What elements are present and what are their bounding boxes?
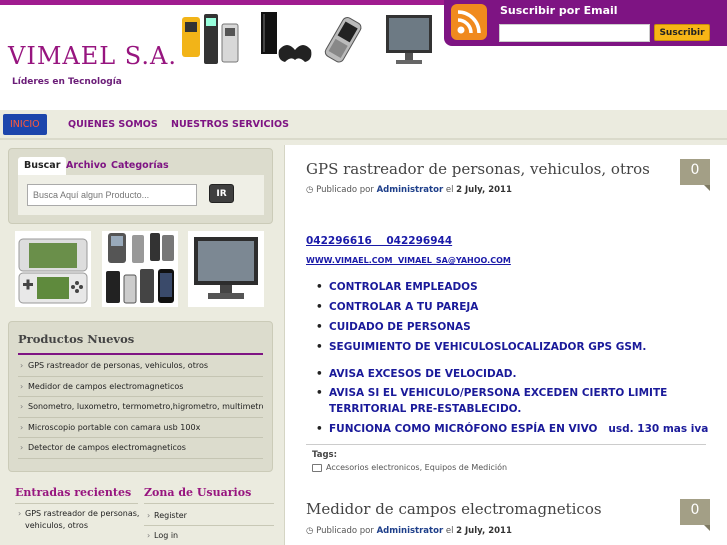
post-tags[interactable]: Accesorios electronicos, Equipos de Medi… (326, 463, 507, 472)
post-title[interactable]: GPS rastreador de personas, vehiculos, o… (306, 160, 650, 178)
gadgets-image (182, 14, 239, 64)
search-widget: Buscar Archivo Categorías IR (8, 148, 273, 224)
products-list: GPS rastreador de personas, vehiculos, o… (18, 356, 263, 459)
nav-item-inicio[interactable]: INICIO (3, 114, 47, 135)
feature-item: AVISA EXCESOS DE VELOCIDAD. (316, 366, 724, 382)
comment-count-badge[interactable]: 0 (680, 159, 710, 191)
product-link[interactable]: GPS rastreador de personas, vehiculos, o… (18, 356, 263, 377)
clock-icon: ◷ (306, 526, 314, 536)
handheld-console-thumbnail[interactable] (15, 231, 91, 307)
subscribe-email-input[interactable] (499, 24, 650, 42)
product-link[interactable]: Medidor de campos electromagneticos (18, 377, 263, 397)
site-title[interactable]: VIMAEL S.A. (8, 42, 177, 70)
website-email-link[interactable]: WWW.VIMAEL.COM VIMAEL_SA@YAHOO.COM (306, 256, 511, 265)
product-link[interactable]: Sonometro, luxometro, termometro,higrome… (18, 397, 263, 418)
search-panel: IR (18, 175, 264, 215)
recent-posts-rule (15, 503, 138, 504)
post-title[interactable]: Medidor de campos electromagneticos (306, 500, 602, 518)
tab-categorias[interactable]: Categorías (111, 157, 169, 175)
site-header: VIMAEL S.A. Líderes en Tecnología Suscri… (0, 0, 727, 110)
recent-posts-title: Entradas recientes (15, 486, 132, 499)
user-zone-title: Zona de Usuarios (144, 486, 252, 499)
nav-divider (0, 138, 727, 140)
monitor-thumbnail[interactable] (188, 231, 264, 307)
feature-item: AVISA SI EL VEHICULO/PERSONA EXCEDEN CIE… (316, 385, 724, 417)
tags-label: Tags: (312, 450, 337, 460)
meta-prefix: Publicado por (316, 185, 377, 195)
meta-prefix: Publicado por (316, 526, 377, 536)
phones-thumbnail[interactable] (102, 231, 178, 307)
tags-divider (306, 444, 706, 445)
feature-item: CONTROLAR EMPLEADOS (316, 279, 724, 295)
nav-item-nuestros-servicios[interactable]: NUESTROS SERVICIOS (164, 114, 296, 135)
subscribe-box: Suscribir por Email Suscribir (444, 0, 727, 46)
product-link[interactable]: Detector de campos electromagneticos (18, 438, 263, 459)
meta-mid: el (443, 526, 457, 536)
post-author[interactable]: Administrator (377, 185, 444, 195)
tab-archivo[interactable]: Archivo (66, 157, 106, 175)
post-meta: ◷ Publicado por Administrator el 2 July,… (306, 526, 512, 536)
post-meta: ◷ Publicado por Administrator el 2 July,… (306, 185, 512, 195)
post-date: 2 July, 2011 (456, 185, 512, 195)
login-link[interactable]: Log in (144, 531, 274, 540)
feature-item: FUNCIONA COMO MICRÓFONO ESPÍA EN VIVO us… (316, 421, 724, 437)
main-navigation: INICIO QUIENES SOMOS NUESTROS SERVICIOS (0, 112, 727, 137)
monitor-image (386, 15, 432, 64)
products-title-rule (18, 353, 263, 355)
console-image (261, 12, 312, 62)
subscribe-button[interactable]: Suscribir (654, 24, 710, 41)
phone-numbers-link[interactable]: 042296616 042296944 (306, 235, 452, 247)
user-zone-rule (144, 503, 274, 504)
products-widget-title: Productos Nuevos (18, 332, 135, 346)
tab-buscar[interactable]: Buscar (18, 157, 67, 175)
subscribe-label: Suscribir por Email (500, 4, 618, 17)
comment-count-badge[interactable]: 0 (680, 499, 710, 531)
post-date: 2 July, 2011 (456, 526, 512, 536)
new-products-widget: Productos Nuevos GPS rastreador de perso… (8, 321, 273, 472)
folder-icon (312, 464, 322, 472)
post-author[interactable]: Administrator (377, 526, 444, 536)
main-content: GPS rastreador de personas, vehiculos, o… (284, 145, 727, 545)
feature-item: CUIDADO DE PERSONAS (316, 319, 724, 335)
user-zone-separator (144, 525, 274, 526)
feature-item: SEGUIMIENTO DE VEHICULOSLOCALIZADOR GPS … (316, 339, 724, 355)
site-tagline: Líderes en Tecnología (12, 77, 122, 87)
meta-mid: el (443, 185, 457, 195)
clock-icon: ◷ (306, 185, 314, 195)
product-link[interactable]: Microscopio portable con camara usb 100x (18, 418, 263, 438)
nav-item-quienes-somos[interactable]: QUIENES SOMOS (61, 114, 165, 135)
phone-image (324, 17, 362, 63)
search-button[interactable]: IR (209, 184, 234, 203)
rss-icon[interactable] (451, 4, 487, 40)
register-link[interactable]: Register (144, 511, 274, 520)
search-input[interactable] (27, 184, 197, 206)
recent-post-link[interactable]: GPS rastreador de personas, vehiculos, o… (15, 508, 140, 532)
feature-item: CONTROLAR A TU PAREJA (316, 299, 724, 315)
